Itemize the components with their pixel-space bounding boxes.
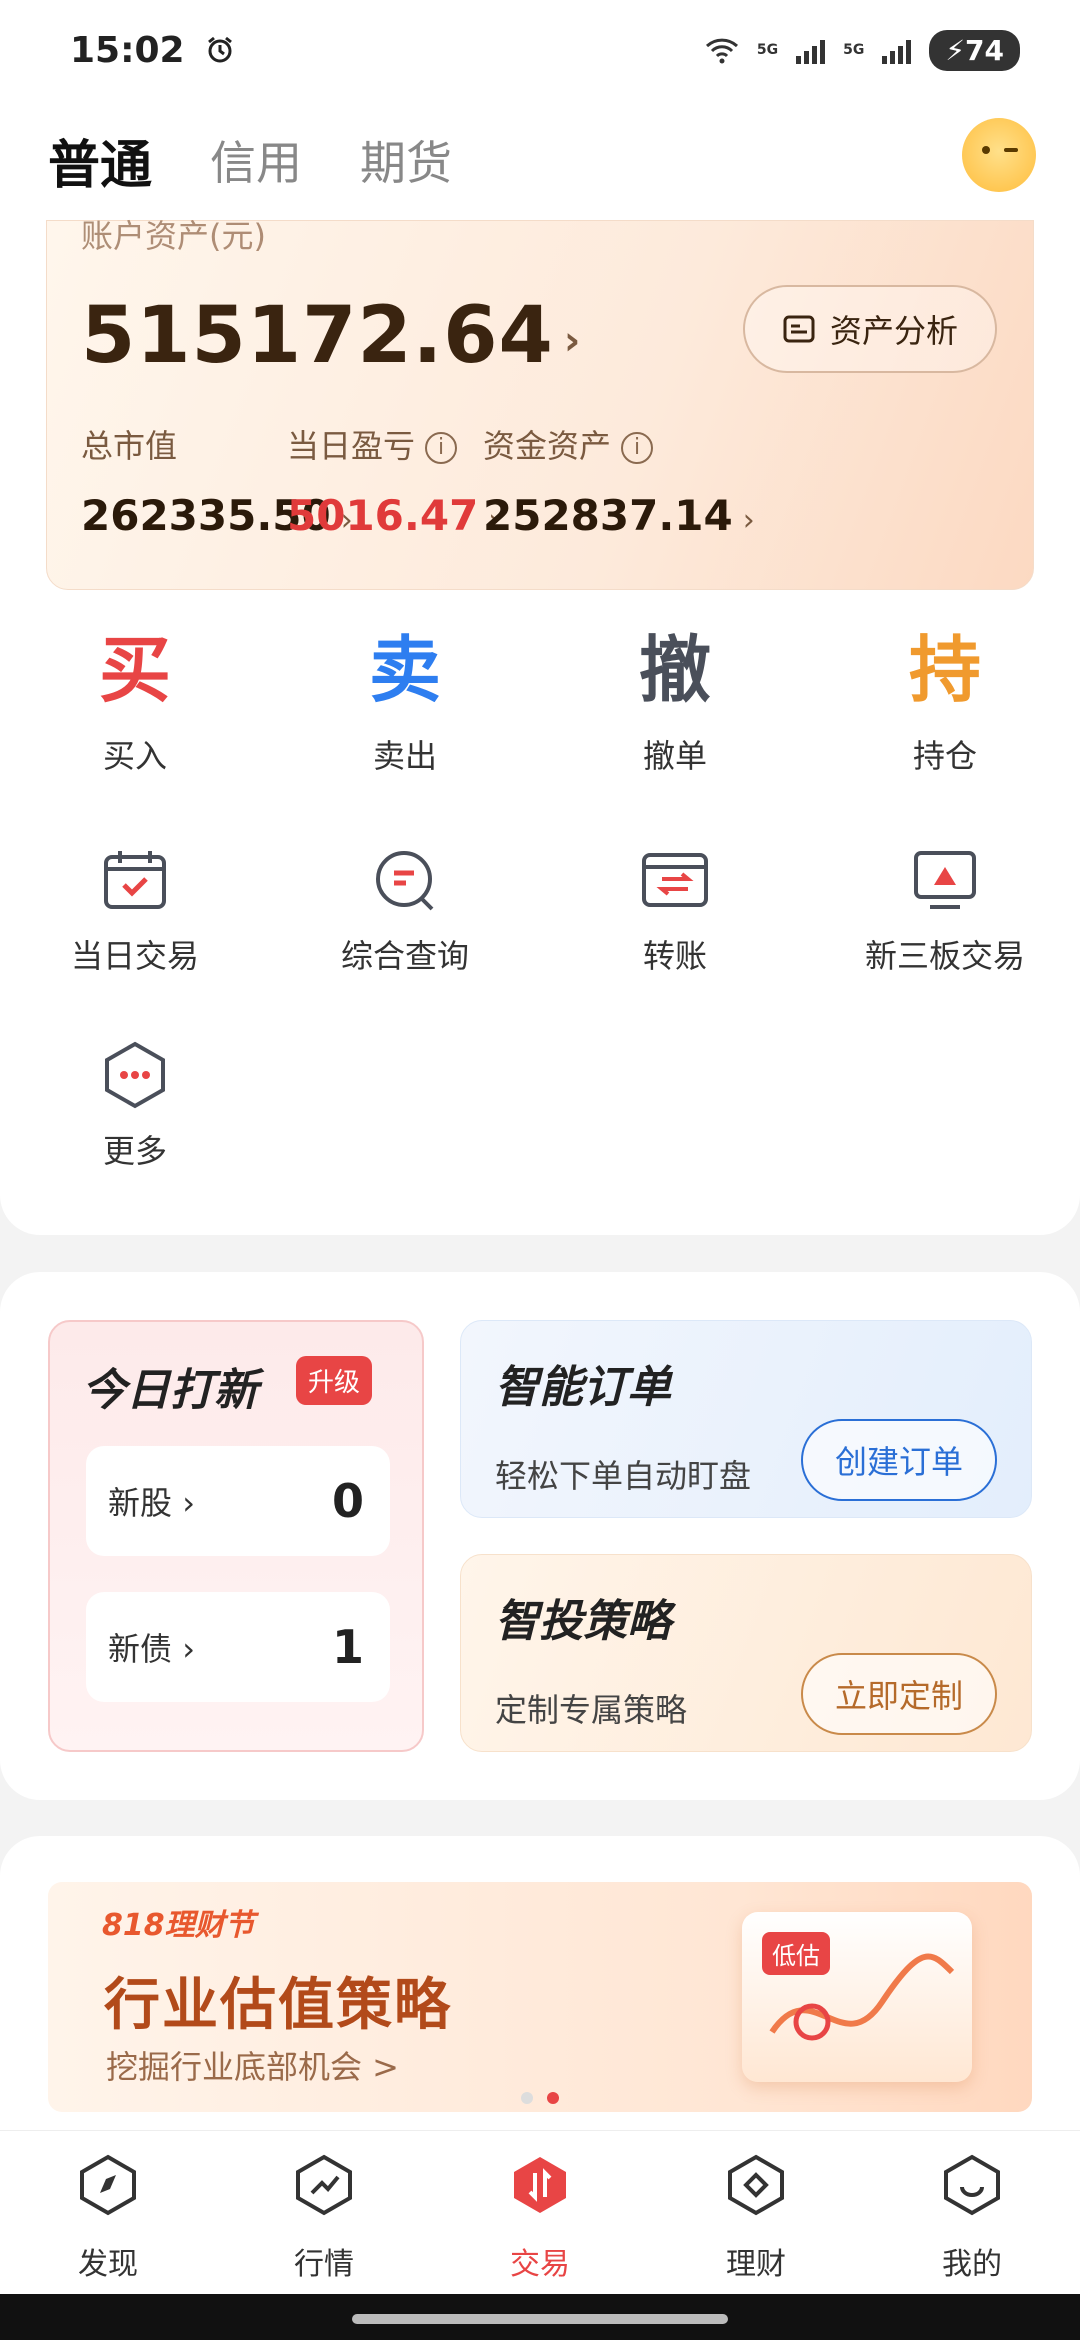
asset-analysis-button[interactable]: 资产分析 (743, 285, 997, 373)
calendar-check-icon (100, 845, 170, 915)
cancel-glyph-icon: 撤 (638, 628, 711, 712)
carousel-dots (0, 2092, 1080, 2104)
daily-trades-button[interactable]: 当日交易 (0, 845, 270, 977)
neeq-trade-button[interactable]: 新三板交易 (810, 845, 1080, 977)
smart-order-title: 智能订单 (495, 1362, 671, 1413)
feature-section: 今日打新 升级 新股 › 0 新债 › 1 智能订单 轻松下单自动盯盘 创建订单… (0, 1272, 1080, 1800)
mascot-avatar-icon[interactable] (962, 118, 1036, 192)
carousel-dot[interactable] (521, 2092, 533, 2104)
diamond-icon (728, 2154, 784, 2216)
status-bar: 15:02 5G 5G ⚡74 (0, 0, 1080, 100)
create-order-button[interactable]: 创建订单 (801, 1419, 997, 1501)
chevron-right-icon: › (563, 317, 582, 364)
buy-button[interactable]: 买买入 (0, 625, 270, 777)
search-query-icon (370, 845, 440, 915)
ipo-title: 今日打新 (82, 1365, 258, 1416)
home-gesture-bar[interactable] (352, 2314, 728, 2324)
customize-button[interactable]: 立即定制 (801, 1653, 997, 1735)
nav-market[interactable]: 行情 (216, 2153, 432, 2283)
sell-button[interactable]: 卖卖出 (270, 625, 540, 777)
signal-icon-2 (882, 36, 912, 64)
promo-banner[interactable]: 818理财节 行业估值策略 挖掘行业底部机会 > 低估 (48, 1882, 1032, 2112)
system-home-indicator (0, 2294, 1080, 2340)
nav-wealth[interactable]: 理财 (648, 2153, 864, 2283)
cash-assets[interactable]: 资金资产 i 252837.14 › (483, 421, 755, 540)
transfer-icon (640, 845, 710, 915)
sell-glyph-icon: 卖 (368, 628, 441, 712)
tab-normal[interactable]: 普通 (48, 123, 152, 198)
wifi-icon (705, 38, 738, 64)
account-type-tabs: 普通 信用 期货 (0, 100, 1080, 220)
analysis-icon (783, 315, 815, 343)
status-time: 15:02 (70, 29, 185, 71)
battery-indicator: ⚡74 (929, 29, 1020, 71)
asset-title: 账户资产(元) (81, 217, 266, 255)
profile-icon (944, 2154, 1000, 2216)
strategy-subtitle: 定制专属策略 (495, 1691, 688, 1729)
nav-trade[interactable]: 交易 (432, 2153, 648, 2283)
info-icon[interactable]: i (621, 432, 654, 464)
trend-icon (296, 2154, 352, 2216)
alarm-icon (207, 36, 232, 63)
smart-order-card[interactable]: 智能订单 轻松下单自动盯盘 创建订单 (460, 1320, 1032, 1518)
neeq-icon (910, 845, 980, 915)
banner-headline: 行业估值策略 (104, 1973, 452, 2038)
info-icon[interactable]: i (425, 432, 458, 464)
ipo-card[interactable]: 今日打新 升级 新股 › 0 新债 › 1 (48, 1320, 424, 1752)
bottom-nav: 发现 行情 交易 理财 我的 (0, 2130, 1080, 2294)
nav-me[interactable]: 我的 (864, 2153, 1080, 2283)
cancel-order-button[interactable]: 撤撤单 (540, 625, 810, 777)
valuation-chart-icon: 低估 (742, 1912, 972, 2082)
upgrade-badge[interactable]: 升级 (296, 1356, 373, 1405)
positions-button[interactable]: 持持仓 (810, 625, 1080, 777)
trade-main-panel: 账户资产(元) 515172.64 › 资产分析 总市值 262335.50 › 当… (0, 217, 1080, 1235)
query-button[interactable]: 综合查询 (270, 845, 540, 977)
strategy-title: 智投策略 (495, 1596, 671, 1647)
network-type-1: 5G (756, 42, 779, 58)
tab-futures[interactable]: 期货 (360, 127, 452, 193)
trade-icon (514, 2157, 566, 2213)
daily-pnl[interactable]: 当日盈亏 i 5016.47 › (287, 421, 500, 540)
new-bond-row[interactable]: 新债 › 1 (86, 1592, 390, 1702)
buy-glyph-icon: 买 (98, 628, 171, 712)
transfer-button[interactable]: 转账 (540, 845, 810, 977)
smart-order-subtitle: 轻松下单自动盯盘 (495, 1457, 752, 1495)
compass-icon (80, 2154, 136, 2216)
trade-screen: { "status_bar":{"time":"15:02","battery"… (0, 0, 1080, 2340)
banner-subtitle: 挖掘行业底部机会 > (106, 2048, 399, 2086)
strategy-card[interactable]: 智投策略 定制专属策略 立即定制 (460, 1554, 1032, 1752)
tab-credit[interactable]: 信用 (210, 127, 302, 193)
nav-discover[interactable]: 发现 (0, 2153, 216, 2283)
banner-section: 818理财节 行业估值策略 挖掘行业底部机会 > 低估 (0, 1836, 1080, 2136)
more-hex-icon (100, 1040, 170, 1110)
total-assets[interactable]: 515172.64 › (81, 291, 581, 381)
network-type-2: 5G (843, 42, 865, 58)
festival-tag: 818理财节 (102, 1908, 255, 1943)
more-button[interactable]: 更多 (0, 1040, 270, 1172)
carousel-dot-active[interactable] (547, 2092, 559, 2104)
account-asset-card: 账户资产(元) 515172.64 › 资产分析 总市值 262335.50 › 当… (46, 217, 1034, 590)
signal-icon (796, 36, 826, 64)
new-stock-row[interactable]: 新股 › 0 (86, 1446, 390, 1556)
positions-glyph-icon: 持 (908, 628, 981, 712)
